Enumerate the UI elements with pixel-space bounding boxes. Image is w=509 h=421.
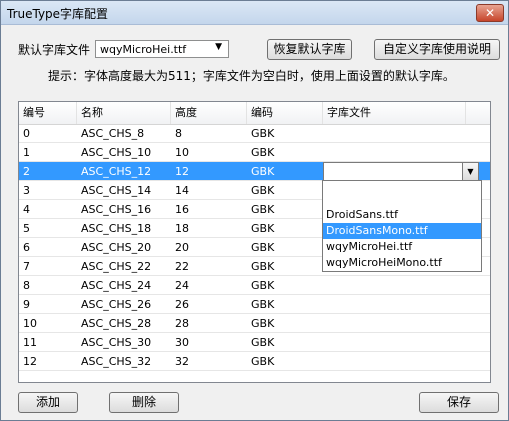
- cell-encoding: GBK: [251, 127, 275, 140]
- header-height[interactable]: 高度: [171, 102, 247, 124]
- cell-encoding: GBK: [251, 184, 275, 197]
- cell-encoding: GBK: [251, 298, 275, 311]
- table-row[interactable]: 0 ASC_CHS_8 8 GBK: [19, 124, 490, 143]
- cell-encoding: GBK: [251, 260, 275, 273]
- cell-name: ASC_CHS_16: [81, 203, 152, 216]
- close-icon[interactable]: ✕: [476, 4, 504, 22]
- cell-encoding: GBK: [251, 203, 275, 216]
- table-row-selected[interactable]: 2 ASC_CHS_12 12 GBK ▼: [19, 162, 490, 181]
- default-font-value: wqyMicroHei.ttf: [100, 43, 187, 56]
- font-file-dropdown-list: DroidSans.ttf DroidSansMono.ttf wqyMicro…: [322, 180, 482, 272]
- dropdown-option-highlighted[interactable]: DroidSansMono.ttf: [323, 223, 481, 239]
- cell-name: ASC_CHS_26: [81, 298, 152, 311]
- cell-id: 8: [23, 279, 30, 292]
- header-id[interactable]: 编号: [19, 102, 77, 124]
- restore-default-button[interactable]: 恢复默认字库: [267, 39, 352, 60]
- cell-id: 0: [23, 127, 30, 140]
- table-row[interactable]: 1 ASC_CHS_10 10 GBK: [19, 143, 490, 162]
- cell-encoding: GBK: [251, 222, 275, 235]
- cell-name: ASC_CHS_18: [81, 222, 152, 235]
- cell-encoding: GBK: [251, 165, 275, 178]
- cell-encoding: GBK: [251, 355, 275, 368]
- header-encoding[interactable]: 编码: [247, 102, 323, 124]
- dropdown-arrow-icon[interactable]: ▼: [462, 162, 479, 181]
- default-font-label: 默认字库文件: [18, 43, 91, 57]
- cell-id: 12: [23, 355, 37, 368]
- cell-name: ASC_CHS_14: [81, 184, 152, 197]
- cell-height: 14: [175, 184, 189, 197]
- cell-encoding: GBK: [251, 336, 275, 349]
- table-row[interactable]: 11 ASC_CHS_30 30 GBK: [19, 333, 490, 352]
- cell-height: 22: [175, 260, 189, 273]
- cell-name: ASC_CHS_22: [81, 260, 152, 273]
- cell-name: ASC_CHS_28: [81, 317, 152, 330]
- cell-height: 16: [175, 203, 189, 216]
- table-header: 编号 名称 高度 编码 字库文件: [19, 102, 490, 125]
- dropdown-option[interactable]: wqyMicroHeiMono.ttf: [323, 255, 481, 271]
- cell-id: 9: [23, 298, 30, 311]
- cell-id: 3: [23, 184, 30, 197]
- cell-id: 6: [23, 241, 30, 254]
- cell-height: 28: [175, 317, 189, 330]
- dropdown-option[interactable]: DroidSans.ttf: [323, 207, 481, 223]
- cell-height: 12: [175, 165, 189, 178]
- cell-id: 5: [23, 222, 30, 235]
- cell-id: 10: [23, 317, 37, 330]
- cell-encoding: GBK: [251, 241, 275, 254]
- cell-id: 1: [23, 146, 30, 159]
- font-file-combo-editor[interactable]: [323, 162, 479, 181]
- table-row[interactable]: 12 ASC_CHS_32 32 GBK: [19, 352, 490, 371]
- cell-name: ASC_CHS_20: [81, 241, 152, 254]
- cell-id: 11: [23, 336, 37, 349]
- title-bar: TrueType字库配置 ✕: [1, 1, 508, 25]
- header-font-file[interactable]: 字库文件: [323, 102, 466, 124]
- cell-name: ASC_CHS_12: [81, 165, 152, 178]
- cell-name: ASC_CHS_24: [81, 279, 152, 292]
- cell-height: 20: [175, 241, 189, 254]
- add-button[interactable]: 添加: [18, 392, 78, 413]
- chevron-down-icon: ▼: [215, 42, 222, 52]
- hint-text: 提示：字体高度最大为511；字库文件为空白时，使用上面设置的默认字库。: [48, 69, 455, 83]
- table-row[interactable]: 8 ASC_CHS_24 24 GBK: [19, 276, 490, 295]
- cell-id: 7: [23, 260, 30, 273]
- cell-height: 8: [175, 127, 182, 140]
- cell-encoding: GBK: [251, 146, 275, 159]
- cell-encoding: GBK: [251, 279, 275, 292]
- cell-height: 24: [175, 279, 189, 292]
- cell-name: ASC_CHS_8: [81, 127, 145, 140]
- dropdown-option[interactable]: wqyMicroHei.ttf: [323, 239, 481, 255]
- default-font-select[interactable]: wqyMicroHei.ttf ▼: [95, 40, 229, 58]
- header-name[interactable]: 名称: [77, 102, 171, 124]
- delete-button[interactable]: 删除: [109, 392, 179, 413]
- window-title: TrueType字库配置: [7, 7, 109, 21]
- cell-height: 26: [175, 298, 189, 311]
- table-row[interactable]: 9 ASC_CHS_26 26 GBK: [19, 295, 490, 314]
- cell-name: ASC_CHS_30: [81, 336, 152, 349]
- cell-height: 18: [175, 222, 189, 235]
- cell-height: 30: [175, 336, 189, 349]
- cell-name: ASC_CHS_32: [81, 355, 152, 368]
- cell-id: 4: [23, 203, 30, 216]
- cell-height: 32: [175, 355, 189, 368]
- cell-encoding: GBK: [251, 317, 275, 330]
- truetype-config-window: TrueType字库配置 ✕ 默认字库文件 wqyMicroHei.ttf ▼ …: [0, 0, 509, 421]
- cell-name: ASC_CHS_10: [81, 146, 152, 159]
- table-row[interactable]: 10 ASC_CHS_28 28 GBK: [19, 314, 490, 333]
- custom-font-help-button[interactable]: 自定义字库使用说明: [374, 39, 500, 60]
- save-button[interactable]: 保存: [419, 392, 499, 413]
- cell-id: 2: [23, 165, 30, 178]
- cell-height: 10: [175, 146, 189, 159]
